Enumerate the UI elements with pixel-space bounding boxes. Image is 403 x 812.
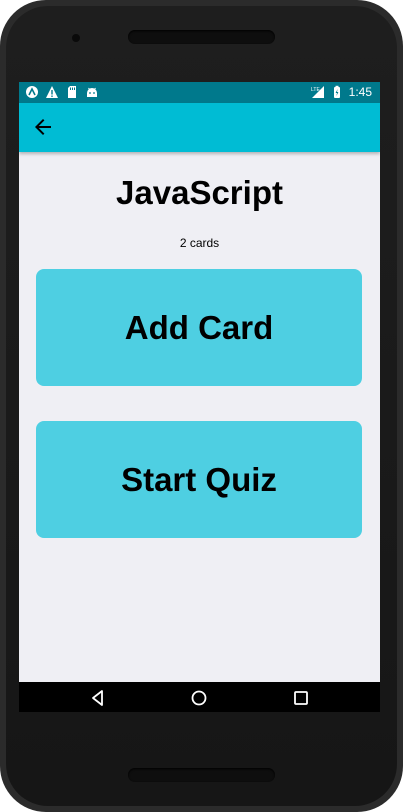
add-card-button[interactable]: Add Card	[36, 269, 362, 386]
battery-charging-icon	[333, 85, 340, 98]
status-time: 1:45	[348, 85, 372, 99]
svg-text:LTE: LTE	[311, 87, 320, 93]
sd-card-icon	[68, 86, 76, 98]
warning-icon	[46, 86, 58, 98]
arrow-back-icon[interactable]	[31, 115, 55, 139]
start-quiz-button[interactable]: Start Quiz	[36, 421, 362, 538]
android-icon	[87, 87, 97, 97]
nav-recent-apps-icon[interactable]	[292, 689, 310, 707]
phone-frame: LTE 1:45 JavaScript 2 cards Add Card Sta…	[0, 0, 403, 812]
status-notification-icons	[25, 85, 99, 99]
nav-home-icon[interactable]	[190, 689, 208, 707]
app-notification-icon	[26, 86, 38, 98]
status-bar: LTE 1:45	[19, 82, 380, 103]
navigation-bar	[19, 682, 380, 712]
device-screen: LTE 1:45 JavaScript 2 cards Add Card Sta…	[19, 82, 380, 712]
deck-title: JavaScript	[116, 174, 283, 211]
card-count: 2 cards	[179, 236, 220, 250]
app-bar	[19, 103, 380, 152]
top-speaker-grille	[128, 30, 275, 44]
nav-back-icon[interactable]	[89, 689, 107, 707]
deck-detail-content: JavaScript 2 cards Add Card Start Quiz	[19, 152, 380, 682]
lte-signal-icon: LTE	[311, 86, 324, 98]
bottom-speaker-grille	[128, 768, 275, 782]
front-camera	[72, 34, 80, 42]
status-system-icons: LTE 1:45	[311, 85, 372, 99]
